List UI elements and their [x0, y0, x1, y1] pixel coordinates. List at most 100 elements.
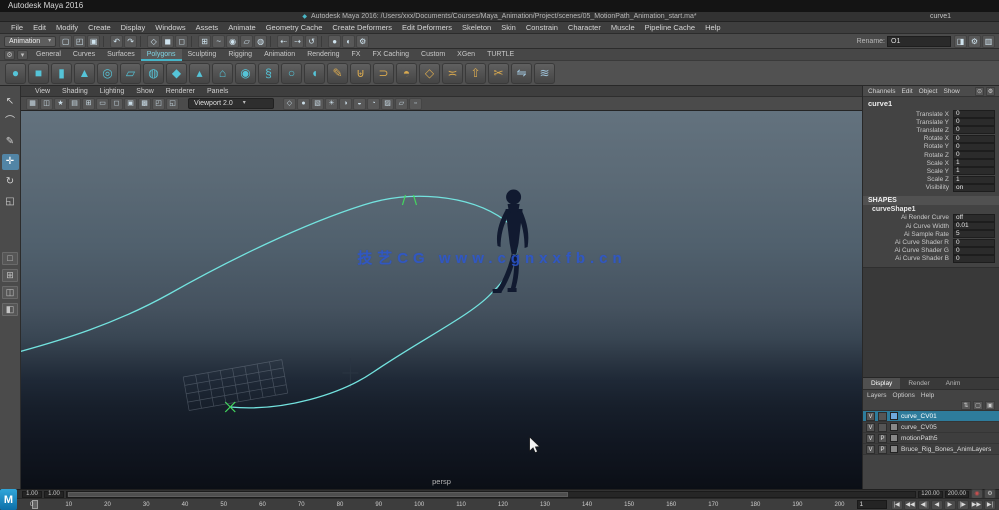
- render-frame-icon[interactable]: ●: [328, 35, 341, 48]
- channel-box-toggle-icon[interactable]: ▥: [982, 35, 995, 48]
- bevel-icon[interactable]: ◇: [419, 63, 440, 84]
- time-tick-label[interactable]: 90: [375, 502, 382, 508]
- menu-set-select[interactable]: Animation ▾: [4, 36, 56, 47]
- field-chart-icon[interactable]: ▩: [138, 98, 151, 110]
- poly-superellipse-icon[interactable]: ◖: [304, 63, 325, 84]
- bookmark-icon[interactable]: ★: [54, 98, 67, 110]
- time-tick-label[interactable]: 30: [143, 502, 150, 508]
- selected-object-name[interactable]: curve1: [863, 97, 999, 110]
- panel-menu-item[interactable]: Show: [130, 88, 160, 95]
- channel-value-field[interactable]: 0: [953, 151, 995, 159]
- channel-label[interactable]: Ai Curve Shader B: [863, 255, 953, 262]
- shelf-tab-rigging[interactable]: Rigging: [222, 49, 258, 61]
- separator[interactable]: [321, 36, 325, 47]
- shaded-icon[interactable]: ●: [297, 98, 310, 110]
- camera-lock-icon[interactable]: ◫: [40, 98, 53, 110]
- select-tool[interactable]: ↖: [2, 94, 19, 110]
- lasso-tool[interactable]: ⌒: [2, 114, 19, 130]
- channel-label[interactable]: Rotate Z: [863, 152, 953, 159]
- screen-ao-icon[interactable]: ◒: [353, 98, 366, 110]
- scale-tool[interactable]: ◱: [2, 194, 19, 210]
- layer-tab-display[interactable]: Display: [863, 378, 900, 389]
- current-time-marker[interactable]: [32, 500, 38, 509]
- shelf-tab-turtle[interactable]: TURTLE: [481, 49, 520, 61]
- panel-menu-item[interactable]: View: [29, 88, 56, 95]
- channel-value-field[interactable]: 0: [953, 126, 995, 134]
- camera-select-icon[interactable]: ▦: [26, 98, 39, 110]
- separator[interactable]: [270, 36, 274, 47]
- time-tick-label[interactable]: 80: [337, 502, 344, 508]
- menu-item[interactable]: Modify: [51, 23, 83, 32]
- menu-item[interactable]: Skin: [496, 23, 521, 32]
- channel-label[interactable]: Ai Curve Shader G: [863, 247, 953, 254]
- image-plane-icon[interactable]: ▤: [68, 98, 81, 110]
- multi-cut-icon[interactable]: ✂: [488, 63, 509, 84]
- shelf-tab-polygons[interactable]: Polygons: [141, 49, 182, 61]
- time-tick-label[interactable]: 20: [104, 502, 111, 508]
- menu-item[interactable]: Assets: [191, 23, 224, 32]
- ground-plane-grid[interactable]: [183, 360, 288, 411]
- step-back-frame-button[interactable]: ◀◀: [904, 500, 917, 510]
- anim-start-field[interactable]: 1.00: [22, 491, 42, 498]
- channel-label[interactable]: Scale Z: [863, 176, 953, 183]
- time-tick-label[interactable]: 190: [792, 502, 802, 508]
- layer-editor-menu-item[interactable]: Layers: [867, 392, 887, 399]
- channel-value-field[interactable]: 0: [953, 118, 995, 126]
- separate-icon[interactable]: ⊃: [373, 63, 394, 84]
- layer-type-toggle[interactable]: P: [878, 434, 887, 443]
- range-slider-bar[interactable]: [66, 491, 916, 498]
- menu-item[interactable]: Windows: [150, 23, 190, 32]
- channel-box-menu-item[interactable]: Show: [942, 88, 960, 95]
- poly-torus-icon[interactable]: ◎: [97, 63, 118, 84]
- channel-value-field[interactable]: 0: [953, 110, 995, 118]
- poly-cylinder-icon[interactable]: ▮: [51, 63, 72, 84]
- snap-grid-icon[interactable]: ⊞: [198, 35, 211, 48]
- menu-item[interactable]: Create: [83, 23, 116, 32]
- lighting-icon[interactable]: ☀: [325, 98, 338, 110]
- menu-item[interactable]: Muscle: [606, 23, 640, 32]
- render-settings-icon[interactable]: ⚙: [356, 35, 369, 48]
- time-tick-label[interactable]: 40: [182, 502, 189, 508]
- time-tick-label[interactable]: 180: [750, 502, 760, 508]
- mirror-icon[interactable]: ⇋: [511, 63, 532, 84]
- tool-settings-toggle-icon[interactable]: ⚙: [968, 35, 981, 48]
- layout-outliner-persp-button[interactable]: ◧: [2, 303, 18, 316]
- step-forward-key-button[interactable]: |▶: [957, 500, 969, 510]
- poly-helix-icon[interactable]: §: [258, 63, 279, 84]
- menu-item[interactable]: Geometry Cache: [261, 23, 328, 32]
- menu-item[interactable]: Help: [700, 23, 725, 32]
- go-to-end-button[interactable]: ▶|: [984, 500, 996, 510]
- menu-item[interactable]: Constrain: [521, 23, 563, 32]
- rotate-tool[interactable]: ↻: [2, 174, 19, 190]
- panel-menu-item[interactable]: Lighting: [94, 88, 131, 95]
- channel-label[interactable]: Visibility: [863, 184, 953, 191]
- snap-plane-icon[interactable]: ▱: [240, 35, 253, 48]
- input-connections-icon[interactable]: ⇠: [277, 35, 290, 48]
- layer-type-toggle[interactable]: [878, 412, 887, 421]
- layout-two-pane-button[interactable]: ◫: [2, 286, 18, 299]
- menu-item[interactable]: Display: [116, 23, 151, 32]
- layout-single-pane-button[interactable]: □: [2, 252, 18, 265]
- skeleton-character[interactable]: [493, 190, 529, 294]
- move-layer-up-icon[interactable]: ⇅: [961, 401, 971, 410]
- viewport-renderer-select[interactable]: Viewport 2.0 ▾: [188, 98, 274, 109]
- layer-type-toggle[interactable]: [878, 423, 887, 432]
- time-tick-label[interactable]: 160: [666, 502, 676, 508]
- channel-value-field[interactable]: 5: [953, 230, 995, 238]
- separator[interactable]: [191, 36, 195, 47]
- shelf-options-icon[interactable]: ▾: [17, 50, 28, 60]
- shelf-tab-custom[interactable]: Custom: [415, 49, 451, 61]
- new-empty-layer-icon[interactable]: ▢: [973, 401, 983, 410]
- go-to-start-button[interactable]: |◀: [891, 500, 903, 510]
- menu-item[interactable]: File: [6, 23, 28, 32]
- poly-cone-icon[interactable]: ▲: [74, 63, 95, 84]
- time-tick-label[interactable]: 200: [835, 502, 845, 508]
- shelf-tab-fx-caching[interactable]: FX Caching: [366, 49, 415, 61]
- time-slider[interactable]: 0102030405060708090100110120130140150160…: [22, 499, 853, 510]
- smooth-icon[interactable]: ≋: [534, 63, 555, 84]
- extrude-icon[interactable]: ⇧: [465, 63, 486, 84]
- step-forward-frame-button[interactable]: ▶▶: [970, 500, 983, 510]
- undo-icon[interactable]: ↶: [110, 35, 123, 48]
- time-tick-label[interactable]: 140: [582, 502, 592, 508]
- playback-start-field[interactable]: 1.00: [44, 491, 64, 498]
